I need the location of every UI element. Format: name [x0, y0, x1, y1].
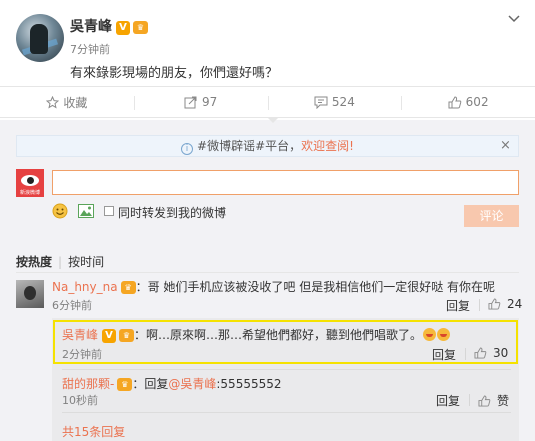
avatar-caption: 新浪微博: [19, 190, 40, 196]
divider: [465, 348, 466, 360]
sort-tabs: 按热度 | 按时间: [16, 253, 104, 270]
mention-link[interactable]: @吳青峰: [168, 377, 216, 391]
like-count: 602: [465, 95, 489, 109]
member-crown-icon: ♛: [117, 378, 133, 391]
active-tab-indicator: [267, 117, 279, 123]
reply-time: 10秒前: [62, 394, 98, 407]
reply-author-name[interactable]: 甜的那颗-: [62, 377, 114, 391]
favorite-button[interactable]: 收藏: [0, 87, 134, 117]
repost-label[interactable]: 同时转发到我的微博: [118, 204, 226, 221]
comment-tab-button[interactable]: 524: [267, 87, 402, 117]
notice-bar: i #微博辟谣#平台，欢迎查阅!: [16, 135, 519, 157]
my-avatar: 新浪微博: [16, 169, 44, 197]
post-action-bar: 收藏 97 524 602: [0, 86, 535, 118]
member-crown-icon: ♛: [119, 329, 135, 342]
notice-link[interactable]: 欢迎查阅!: [301, 139, 354, 153]
author-line: 吳青峰 V ♛: [70, 16, 148, 36]
comment-text: ：哥 她们手机应该被没收了吧 但是我相信他们一定很好哒 有你在呢: [135, 280, 496, 294]
close-icon[interactable]: ×: [500, 139, 511, 153]
reply-like-button[interactable]: 赞: [478, 392, 509, 409]
grin-emoji-icon: [423, 328, 437, 341]
more-replies-link[interactable]: 共15条回复: [62, 423, 125, 440]
chevron-down-icon[interactable]: [506, 10, 522, 26]
reply-link[interactable]: 回复: [436, 392, 460, 409]
comment-count: 524: [331, 95, 355, 109]
verified-badge-icon: V: [102, 329, 117, 343]
divider: [469, 394, 470, 406]
reply-time: 2分钟前: [62, 348, 102, 361]
divider: [16, 272, 519, 273]
reply-prefix: ：回复: [132, 377, 169, 391]
favorite-label: 收藏: [63, 95, 88, 110]
divider: [62, 412, 511, 413]
commenter-name[interactable]: Na_hny_na: [52, 280, 118, 294]
thumbs-up-icon: [478, 394, 491, 407]
post-time[interactable]: 7分钟前: [70, 41, 110, 57]
comment-input[interactable]: [52, 170, 519, 195]
avatar-eye-graphic: [21, 175, 39, 186]
reply-link[interactable]: 回复: [432, 346, 456, 363]
repost-checkbox[interactable]: [104, 206, 114, 216]
divider: [479, 299, 480, 311]
commenter-avatar[interactable]: [16, 280, 44, 308]
forward-button[interactable]: 97: [133, 87, 268, 117]
avatar-figure: [30, 24, 48, 54]
image-icon[interactable]: [78, 204, 94, 218]
forward-count: 97: [201, 95, 218, 109]
forward-icon: [184, 96, 197, 108]
reply-link[interactable]: 回复: [446, 297, 470, 314]
comment-like-button[interactable]: 24: [488, 297, 522, 311]
thumbs-up-icon: [448, 95, 461, 108]
thumbs-up-icon: [474, 347, 487, 359]
reply-like-button[interactable]: 30: [474, 346, 508, 360]
verified-badge-icon: V: [116, 21, 130, 35]
reply-author-name[interactable]: 吳青峰: [62, 328, 98, 342]
reply-text: :55555552: [216, 377, 282, 391]
post-text: 有來錄影現場的朋友，你們還好嗎？: [70, 66, 279, 81]
comment-icon: [314, 96, 328, 109]
info-icon: i: [181, 143, 194, 155]
comment-like-count: 24: [507, 297, 523, 311]
reply-text: ：啊…原來啊…那…希望他們都好，聽到他們唱歌了。: [134, 328, 423, 342]
sort-by-hot-tab[interactable]: 按热度: [16, 255, 52, 269]
reply-body: 甜的那颗- ♛ ：回复@吳青峰:55555552: [62, 375, 282, 392]
reply-like-count: 30: [493, 346, 509, 360]
divider: [62, 369, 511, 370]
comment-body: Na_hny_na ♛ ：哥 她们手机应该被没收了吧 但是我相信他们一定很好哒 有你…: [52, 278, 495, 295]
weibo-post-card: 吳青峰 V ♛ 7分钟前 有來錄影現場的朋友，你們還好嗎？ 收藏 97 524 60…: [0, 0, 535, 441]
like-button[interactable]: 602: [401, 87, 535, 117]
reply-body: 吳青峰 V ♛ ：啊…原來啊…那…希望他們都好，聽到他們唱歌了。: [62, 326, 451, 343]
reply-like-label: 赞: [497, 394, 510, 408]
thumbs-up-icon: [488, 298, 501, 310]
sort-separator: |: [58, 255, 63, 269]
notice-text[interactable]: #微博辟谣#平台，: [197, 139, 301, 153]
emoji-icon[interactable]: [52, 203, 68, 219]
comment-time: 6分钟前: [52, 299, 92, 312]
author-avatar[interactable]: [16, 14, 64, 62]
submit-comment-button[interactable]: 评论: [464, 205, 519, 227]
member-crown-icon: ♛: [120, 281, 136, 294]
sort-by-time-tab[interactable]: 按时间: [68, 255, 104, 269]
author-name[interactable]: 吳青峰: [70, 19, 112, 35]
member-crown-icon: ♛: [133, 21, 148, 34]
star-icon: [46, 95, 60, 109]
grin-emoji-icon: [437, 328, 451, 341]
